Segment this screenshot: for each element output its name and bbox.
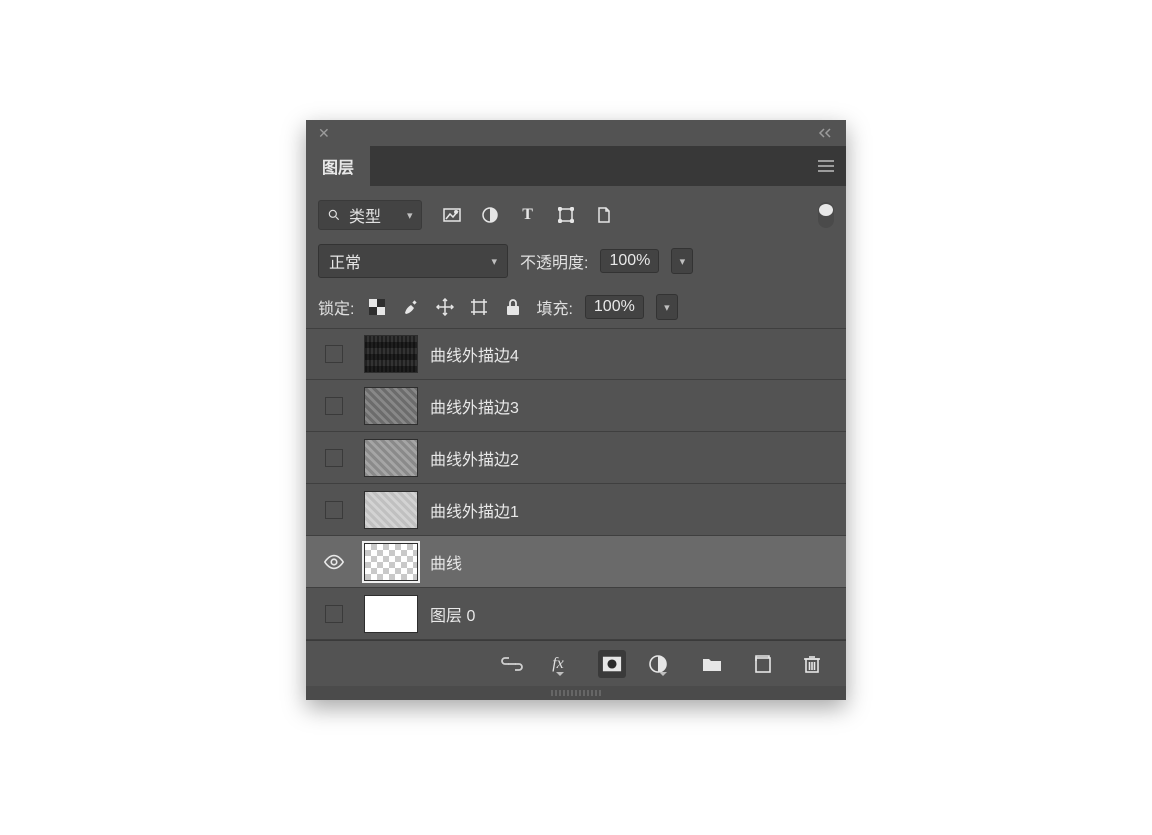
tab-layers[interactable]: 图层 xyxy=(306,146,370,186)
layer-row[interactable]: 曲线外描边3 xyxy=(306,380,846,432)
lock-position-icon[interactable] xyxy=(434,297,456,317)
chevron-down-icon: ▾ xyxy=(491,255,497,268)
lock-all-icon[interactable] xyxy=(502,297,524,317)
panel-menu-button[interactable] xyxy=(806,146,846,186)
panel-tabs: 图层 xyxy=(306,146,846,186)
layer-name[interactable]: 曲线外描边4 xyxy=(430,342,519,366)
layers-toolbar: fx xyxy=(306,640,846,686)
layers-panel: ✕ 图层 类型 ▾ xyxy=(306,120,846,700)
layer-filter-row: 类型 ▾ T xyxy=(306,186,846,236)
fill-value: 100% xyxy=(594,298,635,316)
visibility-toggle[interactable] xyxy=(316,345,352,363)
layer-row[interactable]: 曲线外描边2 xyxy=(306,432,846,484)
filter-toggle-switch[interactable] xyxy=(818,202,834,228)
opacity-label: 不透明度: xyxy=(520,249,588,273)
visibility-empty-icon xyxy=(325,345,343,363)
panel-resize-grip[interactable] xyxy=(306,686,846,700)
new-group-button[interactable] xyxy=(698,650,726,678)
visibility-toggle[interactable] xyxy=(316,397,352,415)
eye-icon xyxy=(323,551,345,573)
visibility-toggle[interactable] xyxy=(316,605,352,623)
opacity-value: 100% xyxy=(609,252,650,270)
filter-smartobject-icon[interactable] xyxy=(594,205,614,225)
filter-type-label: 类型 xyxy=(349,203,381,227)
new-adjustment-layer-button[interactable] xyxy=(648,650,676,678)
layer-thumbnail[interactable] xyxy=(364,335,418,373)
filter-pixel-icon[interactable] xyxy=(442,205,462,225)
layer-style-fx-button[interactable]: fx xyxy=(548,650,576,678)
blend-mode-row: 正常 ▾ 不透明度: 100% ▾ xyxy=(306,236,846,286)
lock-row: 锁定: 填充: xyxy=(306,286,846,328)
lock-transparency-icon[interactable] xyxy=(366,297,388,317)
chevron-down-icon: ▾ xyxy=(407,209,413,222)
layer-name[interactable]: 曲线外描边1 xyxy=(430,498,519,522)
visibility-toggle[interactable] xyxy=(316,551,352,573)
filter-adjustment-icon[interactable] xyxy=(480,205,500,225)
layer-row[interactable]: 图层 0 xyxy=(306,588,846,640)
opacity-stepper[interactable]: ▾ xyxy=(671,248,693,274)
layer-name[interactable]: 曲线外描边2 xyxy=(430,446,519,470)
visibility-toggle[interactable] xyxy=(316,501,352,519)
opacity-value-input[interactable]: 100% xyxy=(600,249,659,273)
panel-titlebar: ✕ xyxy=(306,120,846,146)
layer-row[interactable]: 曲线外描边1 xyxy=(306,484,846,536)
fill-stepper[interactable]: ▾ xyxy=(656,294,678,320)
visibility-empty-icon xyxy=(325,605,343,623)
visibility-empty-icon xyxy=(325,397,343,415)
tab-label: 图层 xyxy=(322,154,354,178)
layer-thumbnail[interactable] xyxy=(364,491,418,529)
filter-type-dropdown[interactable]: 类型 ▾ xyxy=(318,200,422,230)
visibility-toggle[interactable] xyxy=(316,449,352,467)
delete-layer-button[interactable] xyxy=(798,650,826,678)
new-layer-button[interactable] xyxy=(748,650,776,678)
blend-mode-value: 正常 xyxy=(329,249,361,273)
filter-type-text-icon[interactable]: T xyxy=(518,205,538,225)
collapse-panel-button[interactable] xyxy=(818,125,834,141)
lock-label: 锁定: xyxy=(318,295,354,319)
layer-thumbnail[interactable] xyxy=(364,387,418,425)
visibility-empty-icon xyxy=(325,501,343,519)
close-panel-button[interactable]: ✕ xyxy=(318,125,330,142)
fill-label: 填充: xyxy=(536,295,572,319)
layer-row[interactable]: 曲线 xyxy=(306,536,846,588)
search-icon xyxy=(327,208,341,222)
layer-thumbnail[interactable] xyxy=(364,439,418,477)
lock-artboard-icon[interactable] xyxy=(468,297,490,317)
layers-list: 曲线外描边4 曲线外描边3 曲线外描边2 曲线外描边1 曲线图层 0 xyxy=(306,328,846,640)
layer-thumbnail[interactable] xyxy=(364,595,418,633)
link-layers-button[interactable] xyxy=(498,650,526,678)
layer-name[interactable]: 图层 0 xyxy=(430,602,475,626)
visibility-empty-icon xyxy=(325,449,343,467)
filter-shape-icon[interactable] xyxy=(556,205,576,225)
layer-name[interactable]: 曲线外描边3 xyxy=(430,394,519,418)
add-mask-button[interactable] xyxy=(598,650,626,678)
layer-row[interactable]: 曲线外描边4 xyxy=(306,328,846,380)
layer-thumbnail[interactable] xyxy=(364,543,418,581)
blend-mode-dropdown[interactable]: 正常 ▾ xyxy=(318,244,508,278)
lock-pixels-brush-icon[interactable] xyxy=(400,297,422,317)
layer-name[interactable]: 曲线 xyxy=(430,550,462,574)
fill-value-input[interactable]: 100% xyxy=(585,295,644,319)
